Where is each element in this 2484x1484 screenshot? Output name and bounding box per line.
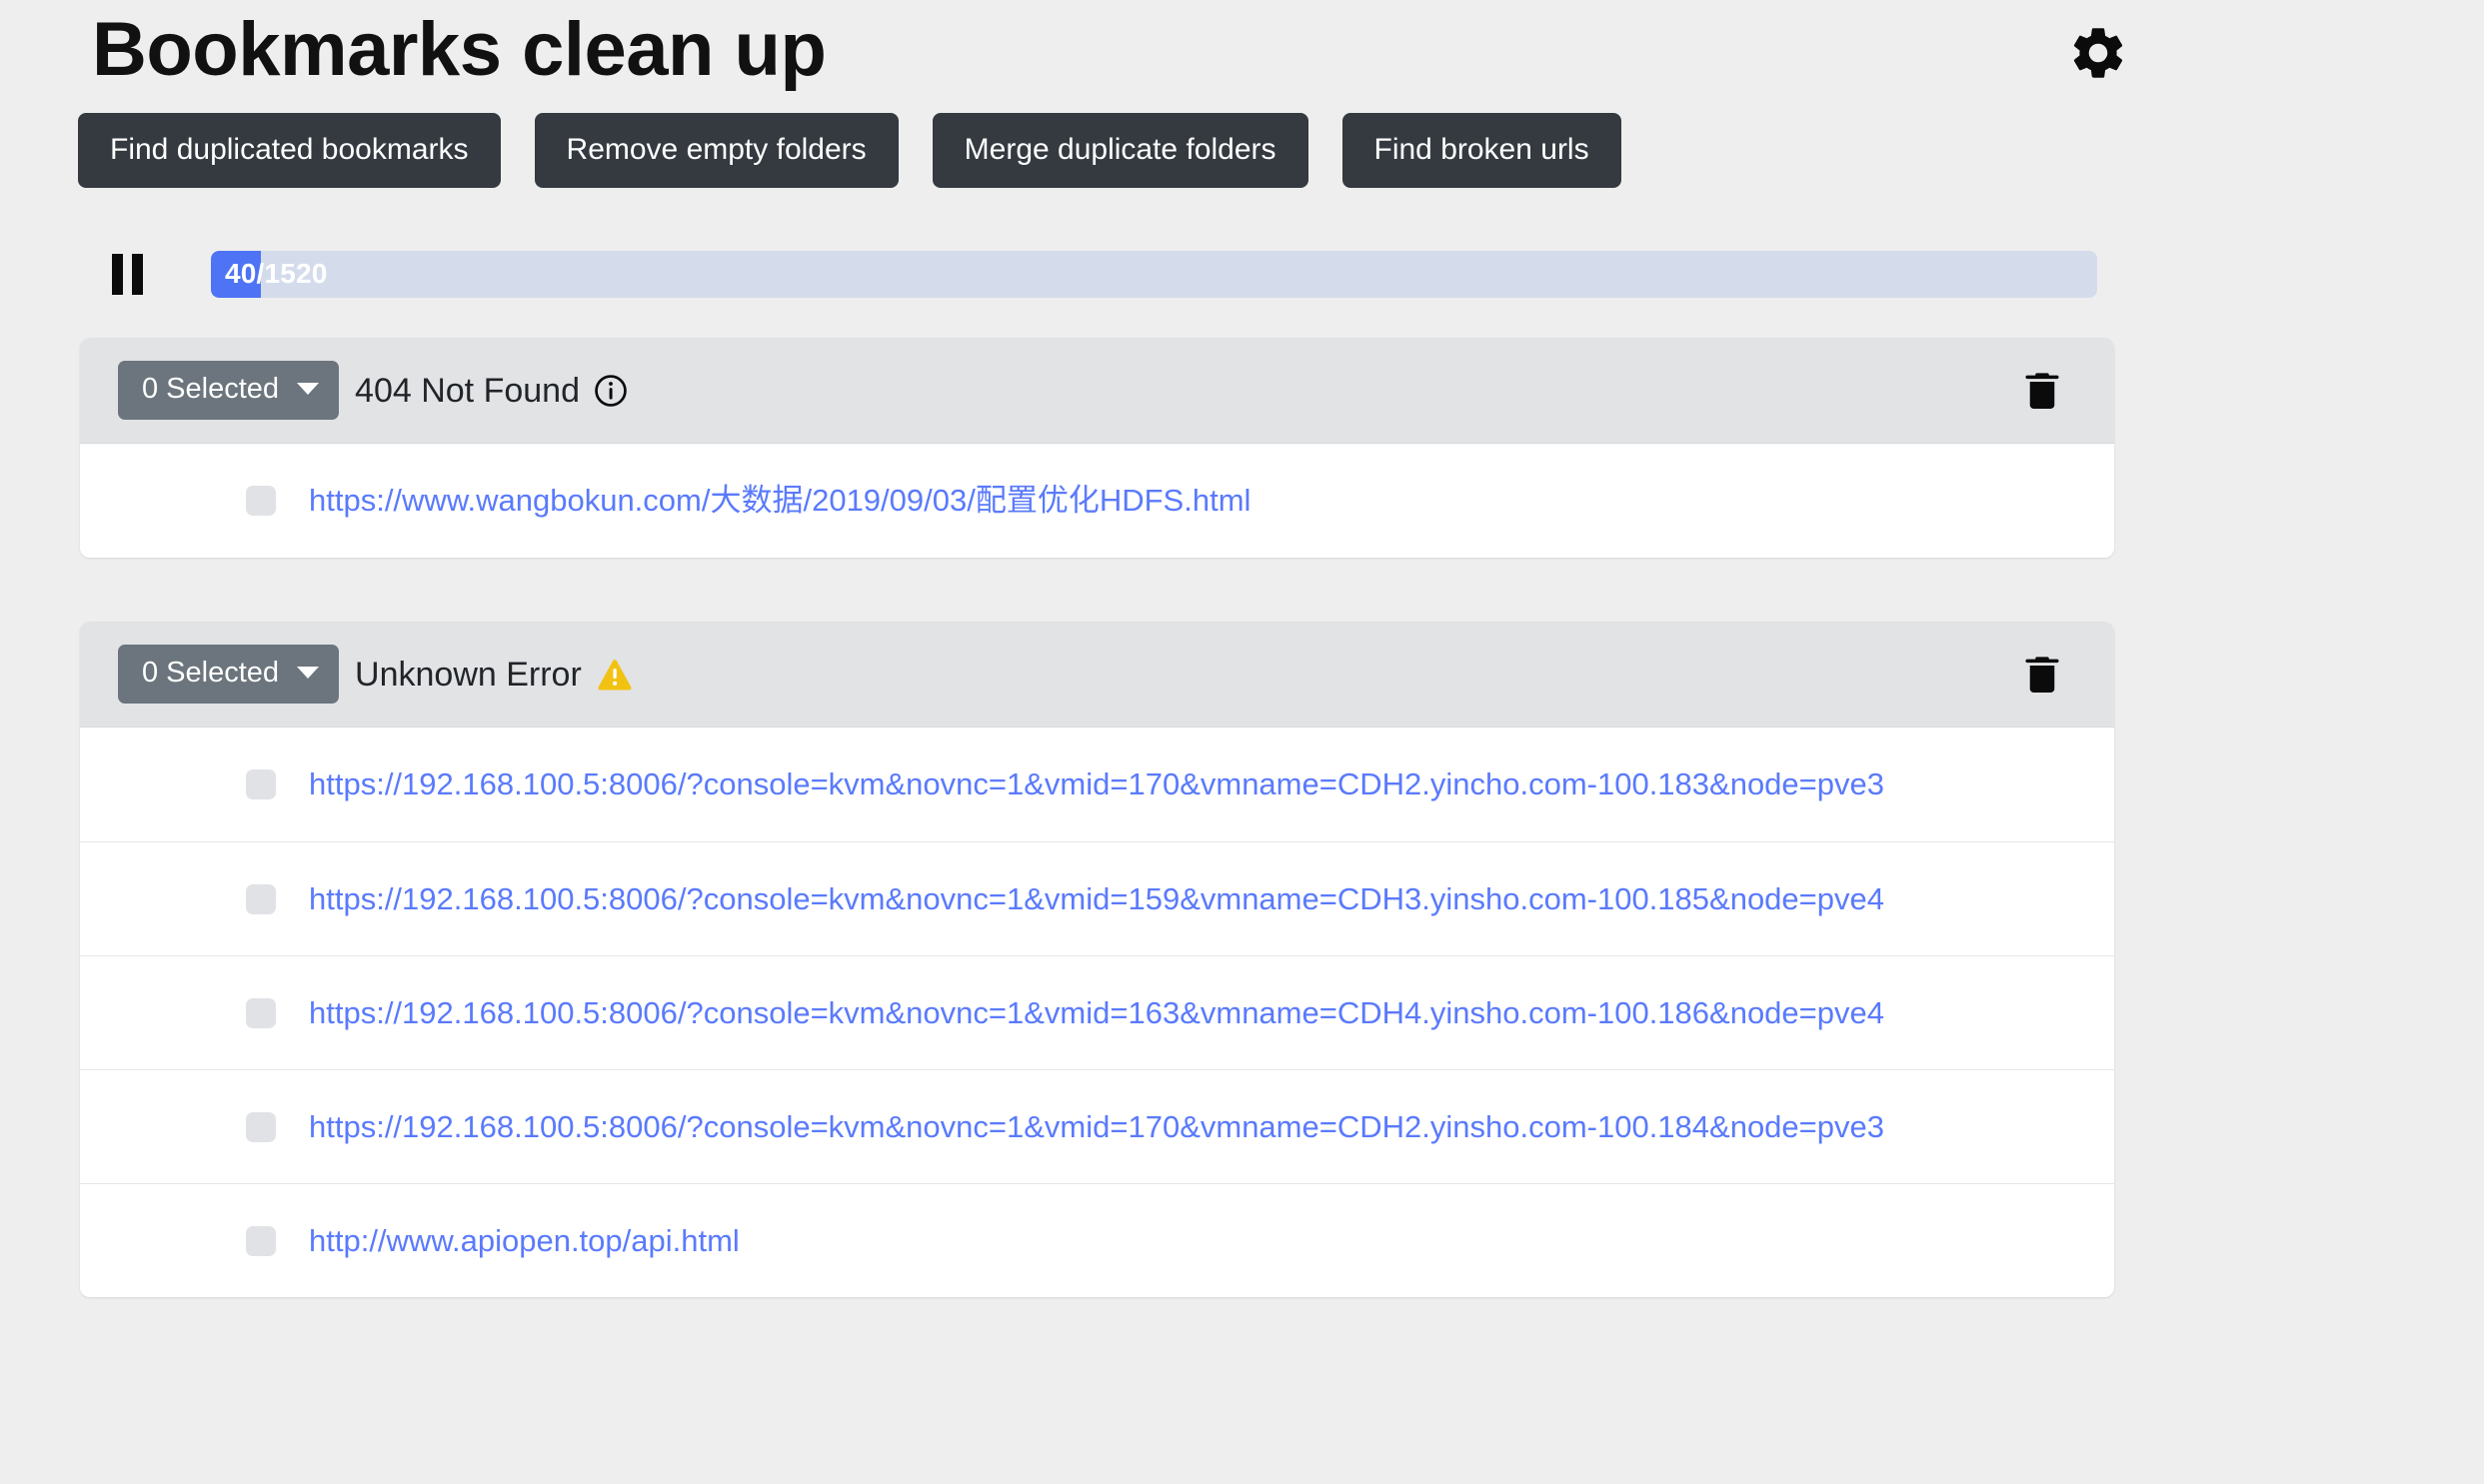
gear-icon bbox=[2067, 28, 2129, 87]
bookmark-url-link[interactable]: https://192.168.100.5:8006/?console=kvm&… bbox=[309, 880, 1884, 917]
row-checkbox[interactable] bbox=[246, 1111, 276, 1142]
list-item[interactable]: https://192.168.100.5:8006/?console=kvm&… bbox=[80, 841, 2114, 955]
page-title: Bookmarks clean up bbox=[92, 7, 827, 92]
progress-bar: 40/1520 bbox=[210, 250, 2097, 298]
card-status-label: 404 Not Found bbox=[355, 371, 580, 410]
list-item[interactable]: https://192.168.100.5:8006/?console=kvm&… bbox=[80, 955, 2114, 1069]
bookmark-url-link[interactable]: http://www.apiopen.top/api.html bbox=[309, 1222, 740, 1259]
card-body: https://www.wangbokun.com/大数据/2019/09/03… bbox=[80, 444, 2114, 558]
row-checkbox[interactable] bbox=[246, 1225, 276, 1256]
trash-icon bbox=[2019, 652, 2065, 698]
row-checkbox[interactable] bbox=[246, 883, 276, 914]
list-item[interactable]: https://www.wangbokun.com/大数据/2019/09/03… bbox=[80, 444, 2114, 558]
delete-group-button[interactable] bbox=[2014, 647, 2070, 703]
row-checkbox[interactable] bbox=[246, 997, 276, 1028]
select-count-dropdown[interactable]: 0 Selected bbox=[118, 360, 340, 421]
chevron-down-icon bbox=[297, 667, 320, 680]
app-header: Bookmarks clean up bbox=[0, 0, 2484, 120]
list-item[interactable]: https://192.168.100.5:8006/?console=kvm&… bbox=[80, 728, 2114, 841]
bookmark-url-link[interactable]: https://192.168.100.5:8006/?console=kvm&… bbox=[309, 994, 1884, 1031]
select-count-dropdown[interactable]: 0 Selected bbox=[118, 644, 340, 705]
select-count-label: 0 Selected bbox=[142, 372, 280, 405]
list-item[interactable]: https://192.168.100.5:8006/?console=kvm&… bbox=[80, 1069, 2114, 1183]
bookmark-url-link[interactable]: https://192.168.100.5:8006/?console=kvm&… bbox=[309, 765, 1884, 802]
pause-icon bbox=[111, 253, 123, 295]
result-card-unknown-error: 0 Selected Unknown Error https://192.168… bbox=[80, 622, 2114, 1297]
remove-empty-folders-button[interactable]: Remove empty folders bbox=[534, 113, 899, 189]
row-checkbox[interactable] bbox=[246, 769, 276, 799]
action-toolbar: Find duplicated bookmarks Remove empty f… bbox=[78, 113, 1621, 189]
warning-triangle-icon[interactable] bbox=[596, 656, 634, 694]
select-count-label: 0 Selected bbox=[142, 656, 280, 689]
bookmark-url-link[interactable]: https://www.wangbokun.com/大数据/2019/09/03… bbox=[309, 482, 1250, 519]
list-item[interactable]: http://www.apiopen.top/api.html bbox=[80, 1183, 2114, 1297]
progress-row: 40/1520 bbox=[78, 243, 2097, 305]
pause-icon-bar-2 bbox=[131, 253, 143, 295]
result-card-404: 0 Selected 404 Not Found https://www.wan… bbox=[80, 338, 2114, 558]
settings-gear-button[interactable] bbox=[2067, 22, 2129, 84]
bookmark-url-link[interactable]: https://192.168.100.5:8006/?console=kvm&… bbox=[309, 1108, 1884, 1145]
card-header: 0 Selected 404 Not Found bbox=[80, 338, 2114, 444]
card-status-label: Unknown Error bbox=[355, 655, 582, 694]
info-icon[interactable] bbox=[594, 374, 628, 408]
app-page: Bookmarks clean up Find duplicated bookm… bbox=[0, 0, 2484, 1484]
find-duplicated-bookmarks-button[interactable]: Find duplicated bookmarks bbox=[78, 113, 501, 189]
card-header: 0 Selected Unknown Error bbox=[80, 622, 2114, 728]
pause-button[interactable] bbox=[96, 247, 159, 301]
delete-group-button[interactable] bbox=[2014, 363, 2070, 419]
card-body: https://192.168.100.5:8006/?console=kvm&… bbox=[80, 728, 2114, 1297]
chevron-down-icon bbox=[297, 383, 320, 396]
trash-icon bbox=[2019, 368, 2065, 414]
find-broken-urls-button[interactable]: Find broken urls bbox=[1341, 113, 1621, 189]
merge-duplicate-folders-button[interactable]: Merge duplicate folders bbox=[932, 113, 1308, 189]
row-checkbox[interactable] bbox=[246, 486, 276, 516]
progress-label: 40/1520 bbox=[224, 258, 328, 289]
